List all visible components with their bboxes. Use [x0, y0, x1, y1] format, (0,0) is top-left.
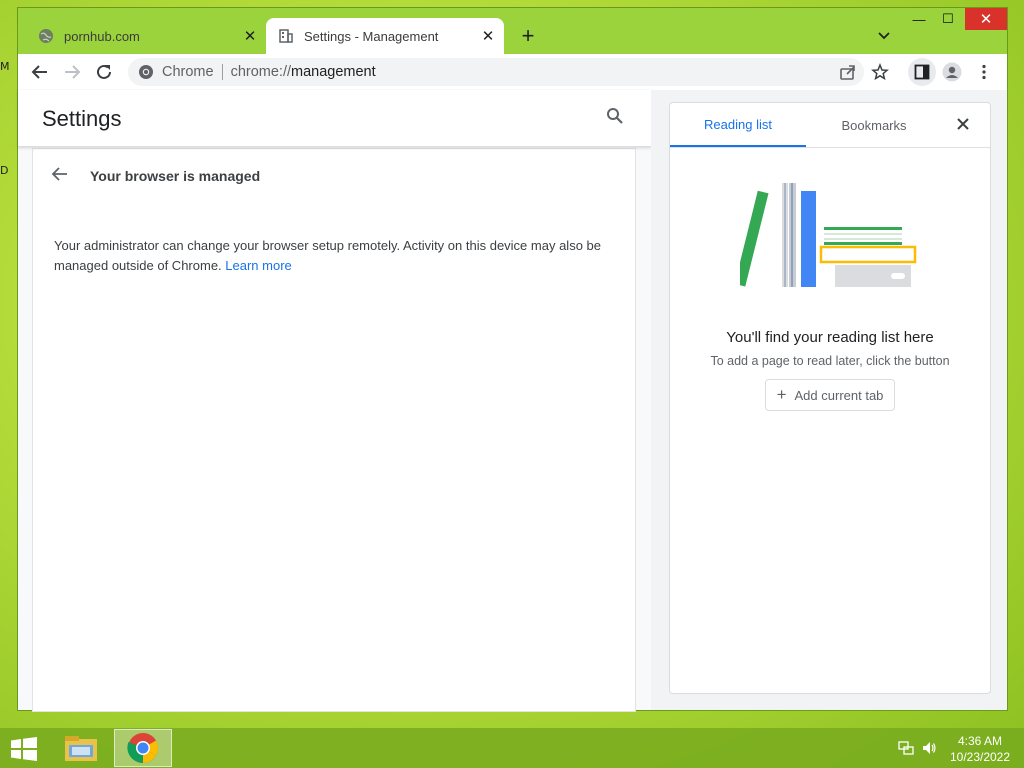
close-window-button[interactable]: ✕	[965, 8, 1007, 30]
back-button[interactable]	[28, 60, 52, 84]
omnibox-separator	[221, 64, 223, 80]
add-button-label: Add current tab	[794, 387, 884, 403]
browser-toolbar: Chrome chrome://management	[18, 54, 1007, 90]
chrome-taskbar-icon[interactable]	[114, 729, 172, 767]
chevron-down-icon[interactable]	[874, 26, 894, 46]
desktop-icon-label: D	[0, 164, 9, 177]
tab-reading-list[interactable]: Reading list	[670, 103, 806, 147]
close-tab-icon[interactable]: ✕	[242, 28, 258, 45]
divider	[670, 147, 990, 148]
url-host: management	[291, 64, 376, 80]
close-tab-icon[interactable]: ✕	[480, 28, 496, 45]
windows-start-icon[interactable]	[10, 737, 38, 761]
profile-avatar-icon[interactable]	[940, 60, 964, 84]
side-panel: Reading list Bookmarks You'll find your …	[669, 102, 991, 694]
taskbar: 4:36 AM 10/23/2022	[0, 728, 1024, 768]
plus-icon: +	[776, 385, 787, 404]
management-text: Your administrator can change your brows…	[54, 238, 601, 273]
reload-button[interactable]	[92, 60, 116, 84]
reading-list-illustration	[734, 179, 920, 291]
maximize-button[interactable]: ☐	[938, 8, 958, 30]
add-current-tab-button[interactable]: + Add current tab	[765, 379, 895, 411]
file-explorer-icon[interactable]	[52, 729, 110, 767]
tab-title: Settings - Management	[304, 28, 439, 44]
management-card: Your browser is managed Your administrat…	[33, 149, 635, 711]
back-arrow-icon[interactable]	[51, 165, 73, 187]
learn-more-link[interactable]: Learn more	[225, 258, 291, 273]
side-panel-button[interactable]	[908, 58, 936, 86]
subpage-title: Your browser is managed	[90, 168, 261, 184]
share-icon[interactable]	[836, 60, 860, 84]
management-description: Your administrator can change your brows…	[54, 236, 614, 276]
star-icon[interactable]	[868, 60, 892, 84]
url-prefix: chrome://	[230, 64, 292, 80]
omnibox-url: chrome://management	[231, 64, 376, 80]
system-clock[interactable]: 4:36 AM 10/23/2022	[944, 733, 1016, 765]
tab-title: pornhub.com	[64, 28, 140, 44]
close-icon[interactable]	[955, 116, 975, 136]
title-bar: pornhub.com ✕ Settings - Management ✕ + …	[18, 8, 1007, 54]
address-bar[interactable]: Chrome chrome://management	[128, 58, 864, 86]
browser-window: pornhub.com ✕ Settings - Management ✕ + …	[18, 8, 1007, 711]
building-icon	[278, 28, 294, 44]
network-icon[interactable]	[898, 740, 914, 756]
globe-icon	[38, 28, 54, 44]
clock-date: 10/23/2022	[949, 750, 1011, 764]
minimize-button[interactable]: —	[910, 8, 928, 30]
tab-pornhub[interactable]: pornhub.com ✕	[26, 18, 266, 54]
new-tab-button[interactable]: +	[516, 23, 540, 48]
empty-state-title: You'll find your reading list here	[726, 329, 934, 346]
desktop-icon-label: M	[0, 60, 10, 73]
search-icon[interactable]	[606, 107, 628, 129]
chrome-icon	[138, 64, 154, 80]
clock-time: 4:36 AM	[957, 734, 1003, 748]
omnibox-chip-label: Chrome	[162, 64, 214, 80]
forward-button[interactable]	[60, 60, 84, 84]
tab-bookmarks[interactable]: Bookmarks	[806, 103, 942, 147]
tab-settings-management[interactable]: Settings - Management ✕	[266, 18, 504, 54]
page-content: Your browser is managed Your administrat…	[18, 90, 1007, 711]
settings-header: Settings	[18, 90, 651, 147]
settings-body: Your browser is managed Your administrat…	[18, 147, 651, 711]
more-menu-icon[interactable]	[972, 60, 996, 84]
volume-icon[interactable]	[921, 740, 937, 756]
empty-state-subtitle: To add a page to read later, click the b…	[710, 354, 950, 368]
page-title: Settings	[42, 106, 122, 131]
